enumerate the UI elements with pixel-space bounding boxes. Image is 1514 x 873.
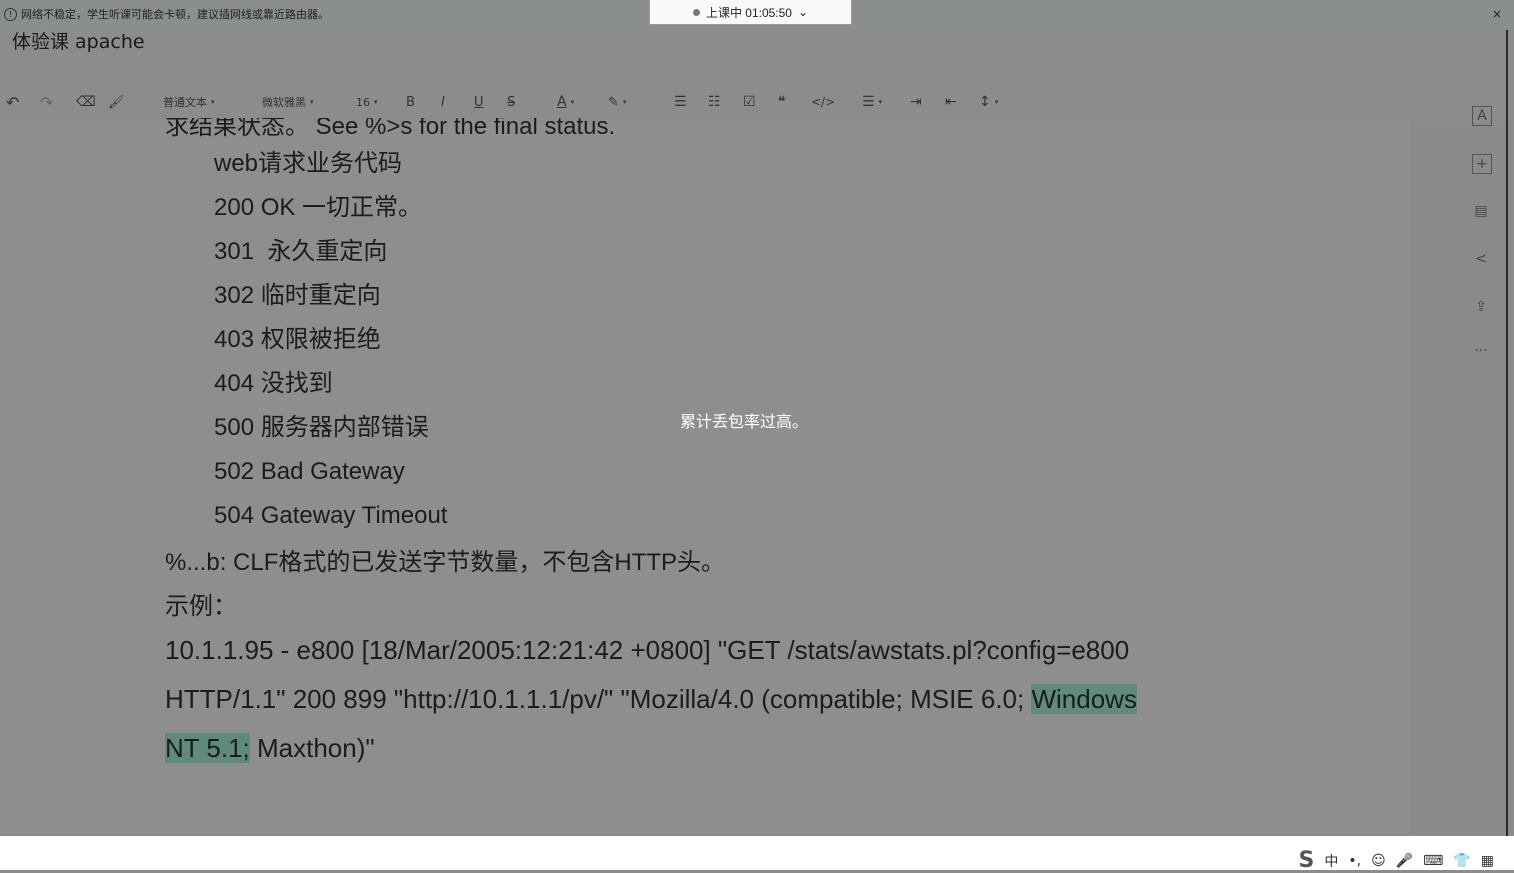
list-item: web请求业务代码	[214, 150, 403, 177]
skin-icon[interactable]: 👕	[1453, 853, 1470, 869]
list-item: 500 服务器内部错误	[214, 414, 429, 441]
strikethrough-button[interactable]: S	[507, 88, 515, 116]
share-icon[interactable]: <	[1472, 250, 1490, 268]
paragraph-style-value: 普通文本	[163, 96, 207, 109]
ime-mode-button[interactable]: 中	[1324, 851, 1338, 871]
packet-loss-toast: 累计丢包率过高。	[680, 412, 809, 431]
bold-button[interactable]: B	[406, 88, 415, 116]
emoji-icon[interactable]: ☺	[1371, 853, 1386, 869]
ime-tray: S 中 •, ☺ 🎤 ⌨ 👕 ▦	[1298, 848, 1494, 873]
close-notice-button[interactable]: ×	[1492, 7, 1502, 21]
highlight-select[interactable]: ✎ ▾	[608, 88, 626, 116]
caret-down-icon: ▾	[211, 98, 215, 106]
example-log-line: 10.1.1.95 - e800 [18/Mar/2005:12:21:42 +…	[165, 632, 1137, 779]
example-line-2: HTTP/1.1" 200 899 "http://10.1.1.1/pv/" …	[165, 681, 1137, 730]
selected-text: NT 5.1;	[165, 733, 250, 763]
code-button[interactable]: </>	[811, 88, 835, 116]
example-line-1: 10.1.1.95 - e800 [18/Mar/2005:12:21:42 +…	[165, 635, 1130, 665]
more-icon[interactable]: ···	[1472, 342, 1490, 360]
list-item: 200 OK 一切正常。	[214, 194, 423, 221]
warning-icon: !	[4, 7, 17, 21]
selected-text: Windows	[1031, 684, 1137, 714]
format-painter-button[interactable]: 🖌	[108, 88, 125, 116]
caret-down-icon: ▾	[570, 98, 575, 106]
microphone-icon[interactable]: 🎤	[1396, 853, 1413, 869]
list-item: 302 临时重定向	[214, 282, 381, 309]
underline-button[interactable]: U	[474, 88, 484, 116]
font-color-select[interactable]: A ▾	[557, 88, 574, 116]
keyboard-icon[interactable]: ⌨	[1423, 853, 1443, 869]
caret-down-icon: ▾	[994, 98, 999, 106]
status-code-list: web请求业务代码 200 OK 一切正常。 301 永久重定向 302 临时重…	[214, 146, 447, 542]
indent-button[interactable]: ⇥	[910, 88, 922, 116]
document-title: 体验课 apache	[12, 31, 145, 53]
export-icon[interactable]: ⇪	[1472, 298, 1490, 316]
align-left-icon: ☰	[862, 94, 875, 110]
bytes-paragraph: %...b: CLF格式的已发送字节数量，不包含HTTP头。	[165, 549, 726, 576]
caret-down-icon: ▾	[374, 98, 378, 106]
example-text: Maxthon)"	[249, 733, 375, 763]
example-label: 示例：	[165, 593, 237, 620]
outline-icon[interactable]: ▤	[1472, 202, 1490, 220]
outdent-button[interactable]: ⇤	[945, 88, 957, 116]
sogou-logo-icon[interactable]: S	[1298, 848, 1314, 873]
line-height-icon: ↕	[979, 94, 991, 110]
caret-down-icon: ▾	[310, 98, 314, 106]
ordered-list-button[interactable]: ☷	[708, 88, 721, 116]
network-notice: ! 网络不稳定，学生听课可能会卡顿，建议插网线或靠近路由器。	[4, 6, 329, 22]
insert-block-icon[interactable]: +	[1472, 154, 1492, 174]
checklist-button[interactable]: ☑	[743, 88, 756, 116]
right-gutter	[1410, 122, 1506, 834]
font-color-icon: A	[557, 94, 567, 110]
font-family-value: 微软雅黑	[262, 96, 306, 109]
window-edge	[1506, 30, 1508, 836]
chevron-down-icon: ⌄	[797, 5, 809, 19]
example-text: HTTP/1.1" 200 899 "http://10.1.1.1/pv/" …	[165, 684, 1032, 714]
taskbar	[0, 836, 1514, 870]
caret-down-icon: ▾	[622, 98, 627, 106]
italic-button[interactable]: I	[441, 88, 445, 116]
caret-down-icon: ▾	[878, 98, 883, 106]
network-notice-text: 网络不稳定，学生听课可能会卡顿，建议插网线或靠近路由器。	[21, 8, 329, 21]
live-status-pill[interactable]: 上课中 01:05:50 ⌄	[649, 0, 852, 25]
punctuation-icon[interactable]: •,	[1348, 853, 1361, 869]
undo-button[interactable]: ↶	[6, 88, 19, 116]
text-style-icon[interactable]: A	[1472, 106, 1492, 126]
list-item: 403 权限被拒绝	[214, 326, 381, 353]
recording-dot-icon	[692, 8, 700, 16]
list-item: 301 永久重定向	[214, 238, 388, 265]
list-item: 404 没找到	[214, 370, 333, 397]
eraser-button[interactable]: ⌫	[76, 88, 96, 116]
live-status-label: 上课中 01:05:50	[705, 5, 792, 20]
font-family-select[interactable]: 微软雅黑 ▾	[262, 88, 314, 116]
redo-button[interactable]: ↷	[40, 88, 53, 116]
apps-icon[interactable]: ▦	[1481, 853, 1494, 869]
example-line-3: NT 5.1; Maxthon)"	[165, 730, 1137, 779]
list-item: 502 Bad Gateway	[214, 458, 405, 485]
quote-button[interactable]: ❝	[778, 88, 786, 116]
paragraph-style-select[interactable]: 普通文本 ▾	[163, 88, 215, 116]
highlighter-icon: ✎	[608, 94, 619, 110]
font-size-value: 16	[356, 95, 370, 109]
line-height-select[interactable]: ↕ ▾	[979, 88, 998, 116]
font-size-select[interactable]: 16 ▾	[356, 88, 378, 116]
list-item: 504 Gateway Timeout	[214, 502, 448, 529]
editor-toolbar: ↶ ↷ ⌫ 🖌 普通文本 ▾ 微软雅黑 ▾ 16 ▾ B I U S A ▾ ✎…	[0, 88, 1040, 116]
align-select[interactable]: ☰ ▾	[862, 88, 882, 116]
bullet-list-button[interactable]: ☰	[674, 88, 687, 116]
